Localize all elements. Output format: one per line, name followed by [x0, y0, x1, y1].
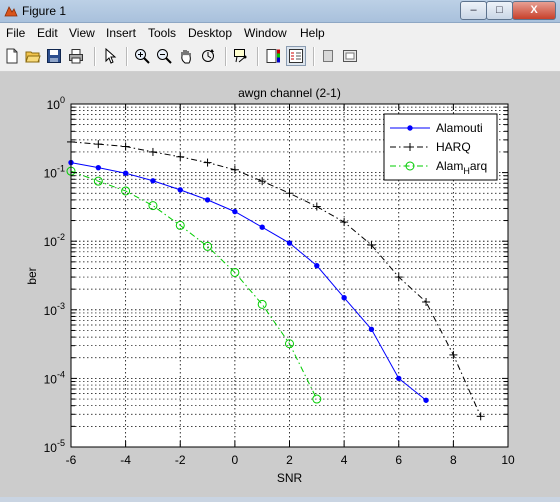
save-icon[interactable]	[46, 48, 62, 64]
chart-title: awgn channel (2-1)	[238, 86, 341, 100]
data-point	[204, 197, 211, 203]
toolbar-separator	[313, 47, 315, 66]
legend-marker	[407, 125, 413, 131]
minimize-button[interactable]: –	[460, 1, 487, 20]
ber-plot[interactable]: 100 10-1 10-2 10-3 10-4 10-5-6 -4 -2 0 2 4 6 8 10 awg…	[0, 72, 560, 497]
y-axis-label: ber	[25, 267, 39, 284]
data-point	[177, 187, 183, 193]
maximize-button[interactable]: □	[486, 1, 513, 20]
y-tick-label: 10-4	[44, 369, 65, 386]
data-point	[314, 262, 320, 269]
hide-plot-tools-icon[interactable]	[320, 48, 336, 64]
menu-file[interactable]: File	[6, 26, 25, 40]
y-tick-label: 100	[47, 95, 65, 112]
legend-label: Alamouti	[436, 121, 483, 135]
y-tick-label: 10-2	[44, 232, 65, 249]
toolbar-separator	[126, 47, 128, 66]
legend[interactable]: AlamoutiHARQAlamHarq	[383, 113, 498, 181]
zoom-in-icon[interactable]	[134, 48, 150, 64]
menu-insert[interactable]: Insert	[106, 26, 136, 40]
insert-colorbar-icon[interactable]	[265, 48, 281, 64]
show-plot-tools-icon[interactable]	[342, 48, 358, 64]
data-point	[95, 164, 102, 171]
toolbar-separator	[225, 47, 227, 66]
open-file-icon[interactable]	[25, 48, 41, 64]
window-title: Figure 1	[22, 4, 67, 18]
menu-window[interactable]: Window	[244, 26, 287, 40]
x-tick-label: 6	[395, 453, 402, 467]
toolbar-separator	[257, 47, 259, 66]
menu-help[interactable]: Help	[300, 26, 325, 40]
x-tick-label: -4	[120, 453, 131, 467]
menu-edit[interactable]: Edit	[37, 26, 58, 40]
data-point	[286, 240, 293, 246]
x-tick-label: 0	[232, 453, 239, 467]
y-tick-label: 10-1	[44, 164, 65, 181]
figure-toolbar	[0, 43, 560, 72]
x-tick-label: 2	[286, 453, 293, 467]
data-point	[341, 295, 347, 301]
menu-desktop[interactable]: Desktop	[188, 26, 232, 40]
menu-tools[interactable]: Tools	[148, 26, 176, 40]
x-tick-label: 4	[341, 453, 348, 467]
data-point	[232, 208, 238, 215]
data-point	[259, 224, 265, 230]
data-point	[423, 397, 429, 403]
zoom-out-icon[interactable]	[156, 48, 172, 64]
matlab-figure-icon	[4, 6, 18, 17]
data-point	[150, 178, 156, 184]
toolbar-separator	[94, 47, 96, 66]
new-figure-icon[interactable]	[4, 48, 20, 64]
x-tick-label: 8	[450, 453, 457, 467]
y-tick-label: 10-5	[44, 438, 65, 455]
insert-legend-toggle[interactable]	[286, 46, 306, 66]
rotate-3d-icon[interactable]	[200, 48, 216, 64]
menu-bar: File Edit View Insert Tools Desktop Wind…	[0, 23, 560, 43]
figure-canvas: 100 10-1 10-2 10-3 10-4 10-5 -6 -4 -2 0 2 4 6 8 10 awg…	[0, 72, 560, 497]
print-icon[interactable]	[68, 48, 84, 64]
y-tick-label: 10-3	[44, 301, 65, 318]
data-point	[122, 170, 129, 176]
edit-plot-arrow-icon[interactable]	[102, 48, 118, 64]
x-tick-label: -6	[66, 453, 77, 467]
pan-hand-icon[interactable]	[178, 48, 194, 64]
menu-view[interactable]: View	[69, 26, 95, 40]
insert-legend-icon	[289, 49, 303, 63]
x-tick-label: -2	[175, 453, 186, 467]
x-axis-label: SNR	[277, 471, 303, 485]
data-point	[368, 326, 375, 332]
data-point	[396, 375, 402, 382]
legend-label: HARQ	[436, 140, 471, 154]
data-cursor-icon[interactable]	[233, 48, 249, 64]
window-titlebar: Figure 1 – □ X	[0, 0, 560, 23]
close-button[interactable]: X	[512, 1, 556, 20]
x-tick-label: 10	[501, 453, 515, 467]
